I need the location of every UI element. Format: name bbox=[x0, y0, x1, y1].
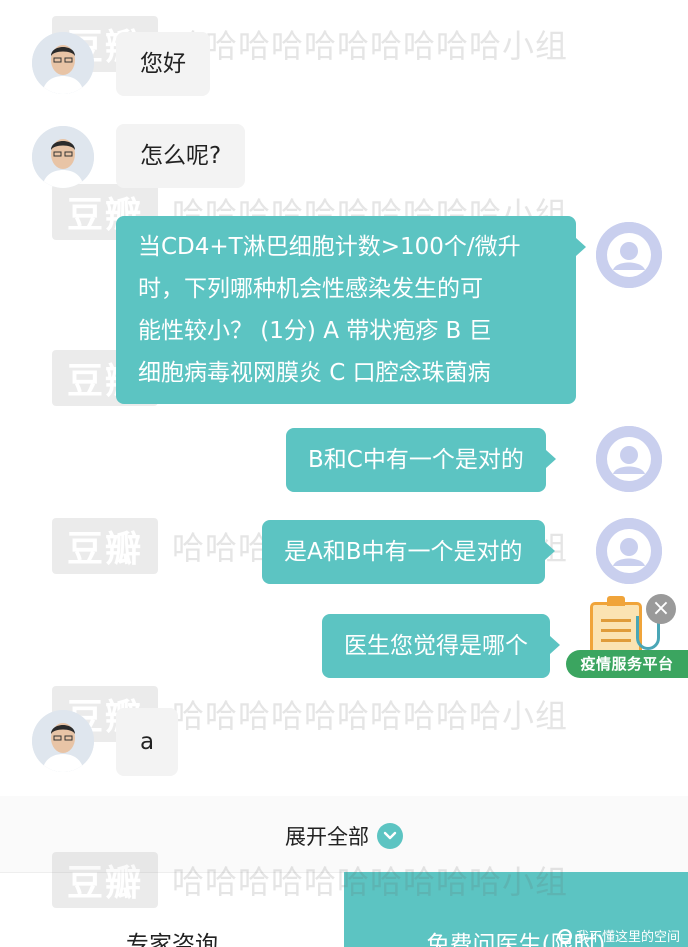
message-line: 时，下列哪种机会性感染发生的可 bbox=[138, 276, 483, 302]
doctor-message: 怎么呢? bbox=[116, 124, 246, 188]
epidemic-service-label[interactable]: 疫情服务平台 bbox=[566, 650, 688, 678]
doctor-avatar[interactable] bbox=[32, 126, 94, 188]
watermark-logo: 豆瓣 bbox=[52, 518, 158, 574]
doctor-avatar[interactable] bbox=[32, 32, 94, 94]
message-text: 是A和B中有一个是对的 bbox=[284, 539, 523, 565]
chevron-down-icon[interactable] bbox=[377, 823, 403, 849]
expert-consult-label: 专家咨询 bbox=[126, 932, 218, 947]
user-message: 医生您觉得是哪个 bbox=[322, 614, 560, 678]
watermark-text: 哈哈哈哈哈哈哈哈哈哈小组 bbox=[172, 27, 569, 65]
user-avatar[interactable] bbox=[596, 426, 662, 492]
user-message: 当CD4+T淋巴细胞计数>100个/微升 时，下列哪种机会性感染发生的可 能性较… bbox=[116, 216, 586, 404]
watermark-text: 哈哈哈哈哈哈哈哈哈哈小组 bbox=[172, 697, 569, 735]
message-text: 医生您觉得是哪个 bbox=[344, 633, 528, 659]
message-text: a bbox=[140, 729, 155, 755]
epidemic-service-widget[interactable]: × 疫情服务平台 bbox=[566, 594, 688, 686]
source-credit: 我不懂这里的空间 bbox=[557, 926, 680, 945]
expert-consult-button[interactable]: 专家咨询 bbox=[0, 872, 344, 947]
message-line: 当CD4+T淋巴细胞计数>100个/微升 bbox=[138, 234, 521, 260]
doctor-avatar[interactable] bbox=[32, 710, 94, 772]
user-message: 是A和B中有一个是对的 bbox=[262, 520, 555, 584]
expand-all-bar[interactable]: 展开全部 bbox=[0, 796, 688, 876]
message-line: 细胞病毒视网膜炎 C 口腔念珠菌病 bbox=[138, 360, 491, 386]
user-avatar[interactable] bbox=[596, 222, 662, 288]
doctor-message: 您好 bbox=[116, 32, 210, 96]
user-avatar[interactable] bbox=[596, 518, 662, 584]
user-message: B和C中有一个是对的 bbox=[286, 428, 556, 492]
message-text: 怎么呢? bbox=[140, 143, 222, 169]
expand-all-label[interactable]: 展开全部 bbox=[285, 821, 369, 851]
weibo-icon bbox=[557, 928, 572, 943]
credit-text: 我不懂这里的空间 bbox=[575, 930, 680, 945]
message-text: B和C中有一个是对的 bbox=[308, 447, 524, 473]
message-text: 您好 bbox=[140, 51, 186, 77]
message-line: 能性较小？ (1分) A 带状疱疹 B 巨 bbox=[138, 318, 492, 344]
close-icon[interactable]: × bbox=[646, 594, 676, 624]
doctor-message: a bbox=[116, 708, 179, 776]
